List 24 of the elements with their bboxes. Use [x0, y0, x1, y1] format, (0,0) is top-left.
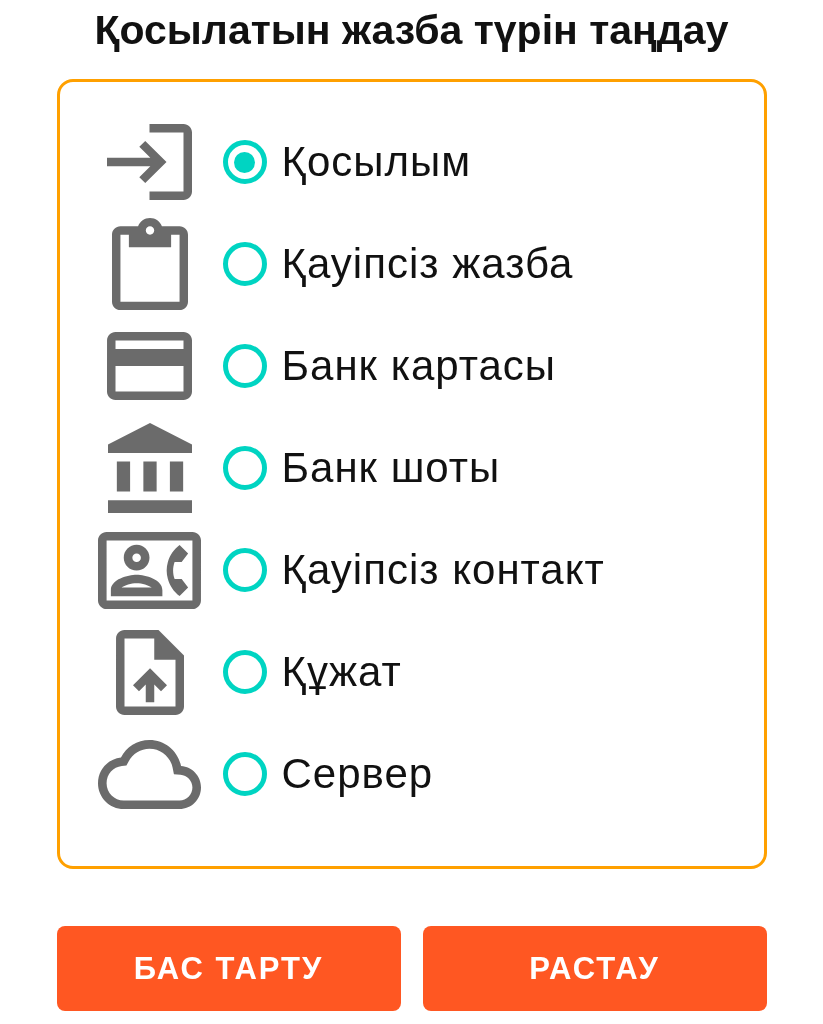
contact-phone-icon: [98, 531, 201, 609]
credit-card-icon: [107, 332, 192, 400]
option-label: Банк картасы: [281, 342, 557, 390]
login-arrow-icon: [107, 124, 192, 200]
clipboard-icon: [111, 218, 188, 310]
radio-button[interactable]: [222, 650, 267, 694]
radio-button[interactable]: [222, 242, 267, 286]
radio-button[interactable]: [222, 446, 267, 490]
cancel-button[interactable]: БАС ТАРТУ: [56, 926, 401, 1011]
option-label: Банк шоты: [281, 444, 501, 492]
confirm-button[interactable]: РАСТАУ: [422, 926, 767, 1011]
bank-building-icon: [107, 423, 192, 513]
option-label: Құжат: [281, 648, 402, 696]
radio-button[interactable]: [222, 752, 267, 796]
option-label: Қауіпсіз жазба: [281, 240, 574, 288]
radio-button[interactable]: [222, 344, 267, 388]
radio-button[interactable]: [222, 548, 267, 592]
file-upload-icon: [115, 629, 184, 715]
radio-button[interactable]: [222, 140, 267, 184]
option-label: Сервер: [281, 750, 434, 798]
option-label: Қосылым: [281, 138, 472, 186]
option-label: Қауіпсіз контакт: [281, 546, 605, 594]
dialog-title: Қосылатын жазба түрін таңдау: [94, 6, 729, 54]
cloud-icon: [98, 739, 201, 809]
